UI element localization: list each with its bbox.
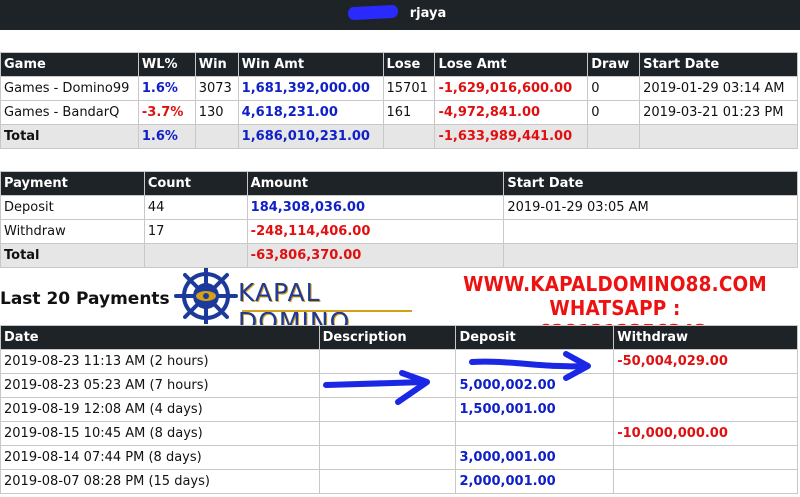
payment-description [318, 469, 457, 494]
col-game: Game [0, 52, 139, 77]
payment-withdraw: -10,000,000.00 [613, 421, 798, 446]
total-amount: -63,806,370.00 [246, 243, 505, 268]
payment-description [318, 349, 457, 374]
table-row: 2019-08-14 07:44 PM (8 days) 3,000,001.0… [0, 445, 798, 470]
col-start-date: Start Date [503, 171, 798, 196]
col-wl: WL% [137, 52, 196, 77]
table-row: 2019-08-07 08:28 PM (15 days) 2,000,001.… [0, 469, 798, 494]
total-win-amount: 1,686,010,231.00 [237, 124, 384, 149]
col-deposit: Deposit [455, 325, 615, 350]
table-row: Games - BandarQ -3.7% 130 4,618,231.00 1… [0, 100, 798, 125]
payment-deposit: 2,000,001.00 [455, 469, 615, 494]
col-win: Win [194, 52, 239, 77]
payment-description [318, 421, 457, 446]
payment-description [318, 373, 457, 398]
col-lose-amt: Lose Amt [434, 52, 589, 77]
payment-withdraw [613, 373, 798, 398]
win-amount: 1,681,392,000.00 [237, 76, 384, 101]
table-row: Games - Domino99 1.6% 3073 1,681,392,000… [0, 76, 798, 101]
col-count: Count [143, 171, 248, 196]
games-header-row: Game WL% Win Win Amt Lose Lose Amt Draw … [0, 52, 798, 77]
col-date: Date [0, 325, 320, 350]
win-amount: 4,618,231.00 [237, 100, 384, 125]
win-count: 3073 [194, 76, 239, 101]
payment-date: 2019-08-15 10:45 AM (8 days) [0, 421, 320, 446]
total-lose-amount: -1,633,989,441.00 [434, 124, 589, 149]
payment-date: 2019-08-23 11:13 AM (2 hours) [0, 349, 320, 374]
col-description: Description [318, 325, 457, 350]
start-date: 2019-03-21 01:23 PM [639, 100, 798, 125]
lose-amount: -4,972,841.00 [434, 100, 589, 125]
lose-count: 161 [382, 100, 436, 125]
draw-count: 0 [587, 76, 641, 101]
payment-withdraw [613, 397, 798, 422]
payment-deposit: 5,000,002.00 [455, 373, 615, 398]
payment-amount: 184,308,036.00 [246, 195, 505, 220]
payment-start: 2019-01-29 03:05 AM [503, 195, 798, 220]
payment-date: 2019-08-07 08:28 PM (15 days) [0, 469, 320, 494]
payment-date: 2019-08-23 05:23 AM (7 hours) [0, 373, 320, 398]
col-start-date: Start Date [639, 52, 798, 77]
col-lose: Lose [382, 52, 436, 77]
top-bar: rjaya [0, 0, 800, 30]
payment-amount: -248,114,406.00 [246, 219, 505, 244]
table-row: 2019-08-15 10:45 AM (8 days) -10,000,000… [0, 421, 798, 446]
table-row: 2019-08-19 12:08 AM (4 days) 1,500,001.0… [0, 397, 798, 422]
table-row: 2019-08-23 05:23 AM (7 hours) 5,000,002.… [0, 373, 798, 398]
table-row: Deposit 44 184,308,036.00 2019-01-29 03:… [0, 195, 798, 220]
last-payments-title: Last 20 Payments [0, 289, 170, 309]
payment-deposit: 1,500,001.00 [455, 397, 615, 422]
col-withdraw: Withdraw [613, 325, 798, 350]
last-payments-header-row: Date Description Deposit Withdraw [0, 325, 798, 350]
col-draw: Draw [587, 52, 641, 77]
total-wl: 1.6% [137, 124, 196, 149]
payment-count: 44 [143, 195, 248, 220]
logo-underline [242, 310, 412, 312]
payment-header-row: Payment Count Amount Start Date [0, 171, 798, 196]
payment-date: 2019-08-19 12:08 AM (4 days) [0, 397, 320, 422]
payment-withdraw: -50,004,029.00 [613, 349, 798, 374]
kapal-domino-logo: KAPAL DOMINO [172, 264, 422, 336]
payment-deposit: 3,000,001.00 [455, 445, 615, 470]
payment-start [503, 219, 798, 244]
table-row: Withdraw 17 -248,114,406.00 [0, 219, 798, 244]
payment-date: 2019-08-14 07:44 PM (8 days) [0, 445, 320, 470]
wl-percent: -3.7% [137, 100, 196, 125]
payment-deposit [455, 421, 615, 446]
game-name: Games - BandarQ [0, 100, 139, 125]
payment-type: Withdraw [0, 219, 145, 244]
games-total-row: Total 1.6% 1,686,010,231.00 -1,633,989,4… [0, 124, 798, 149]
col-amount: Amount [246, 171, 505, 196]
page-title: rjaya [409, 6, 447, 21]
wl-percent: 1.6% [137, 76, 196, 101]
table-row: 2019-08-23 11:13 AM (2 hours) -50,004,02… [0, 349, 798, 374]
payment-withdraw [613, 445, 798, 470]
lose-count: 15701 [382, 76, 436, 101]
total-label: Total [0, 243, 145, 268]
payment-type: Deposit [0, 195, 145, 220]
lose-amount: -1,629,016,600.00 [434, 76, 589, 101]
payment-count: 17 [143, 219, 248, 244]
payment-total-row: Total -63,806,370.00 [0, 243, 798, 268]
win-count: 130 [194, 100, 239, 125]
col-win-amt: Win Amt [237, 52, 384, 77]
game-name: Games - Domino99 [0, 76, 139, 101]
payment-deposit [455, 349, 615, 374]
promo-website: WWW.KAPALDOMINO88.COM [463, 272, 767, 296]
payment-summary-table: Payment Count Amount Start Date Deposit … [0, 171, 798, 268]
draw-count: 0 [587, 100, 641, 125]
total-label: Total [0, 124, 139, 149]
last-payments-table: Date Description Deposit Withdraw 2019-0… [0, 325, 798, 494]
payment-description [318, 445, 457, 470]
payment-description [318, 397, 457, 422]
games-table: Game WL% Win Win Amt Lose Lose Amt Draw … [0, 52, 798, 149]
start-date: 2019-01-29 03:14 AM [639, 76, 798, 101]
payment-withdraw [613, 469, 798, 494]
col-payment: Payment [0, 171, 145, 196]
